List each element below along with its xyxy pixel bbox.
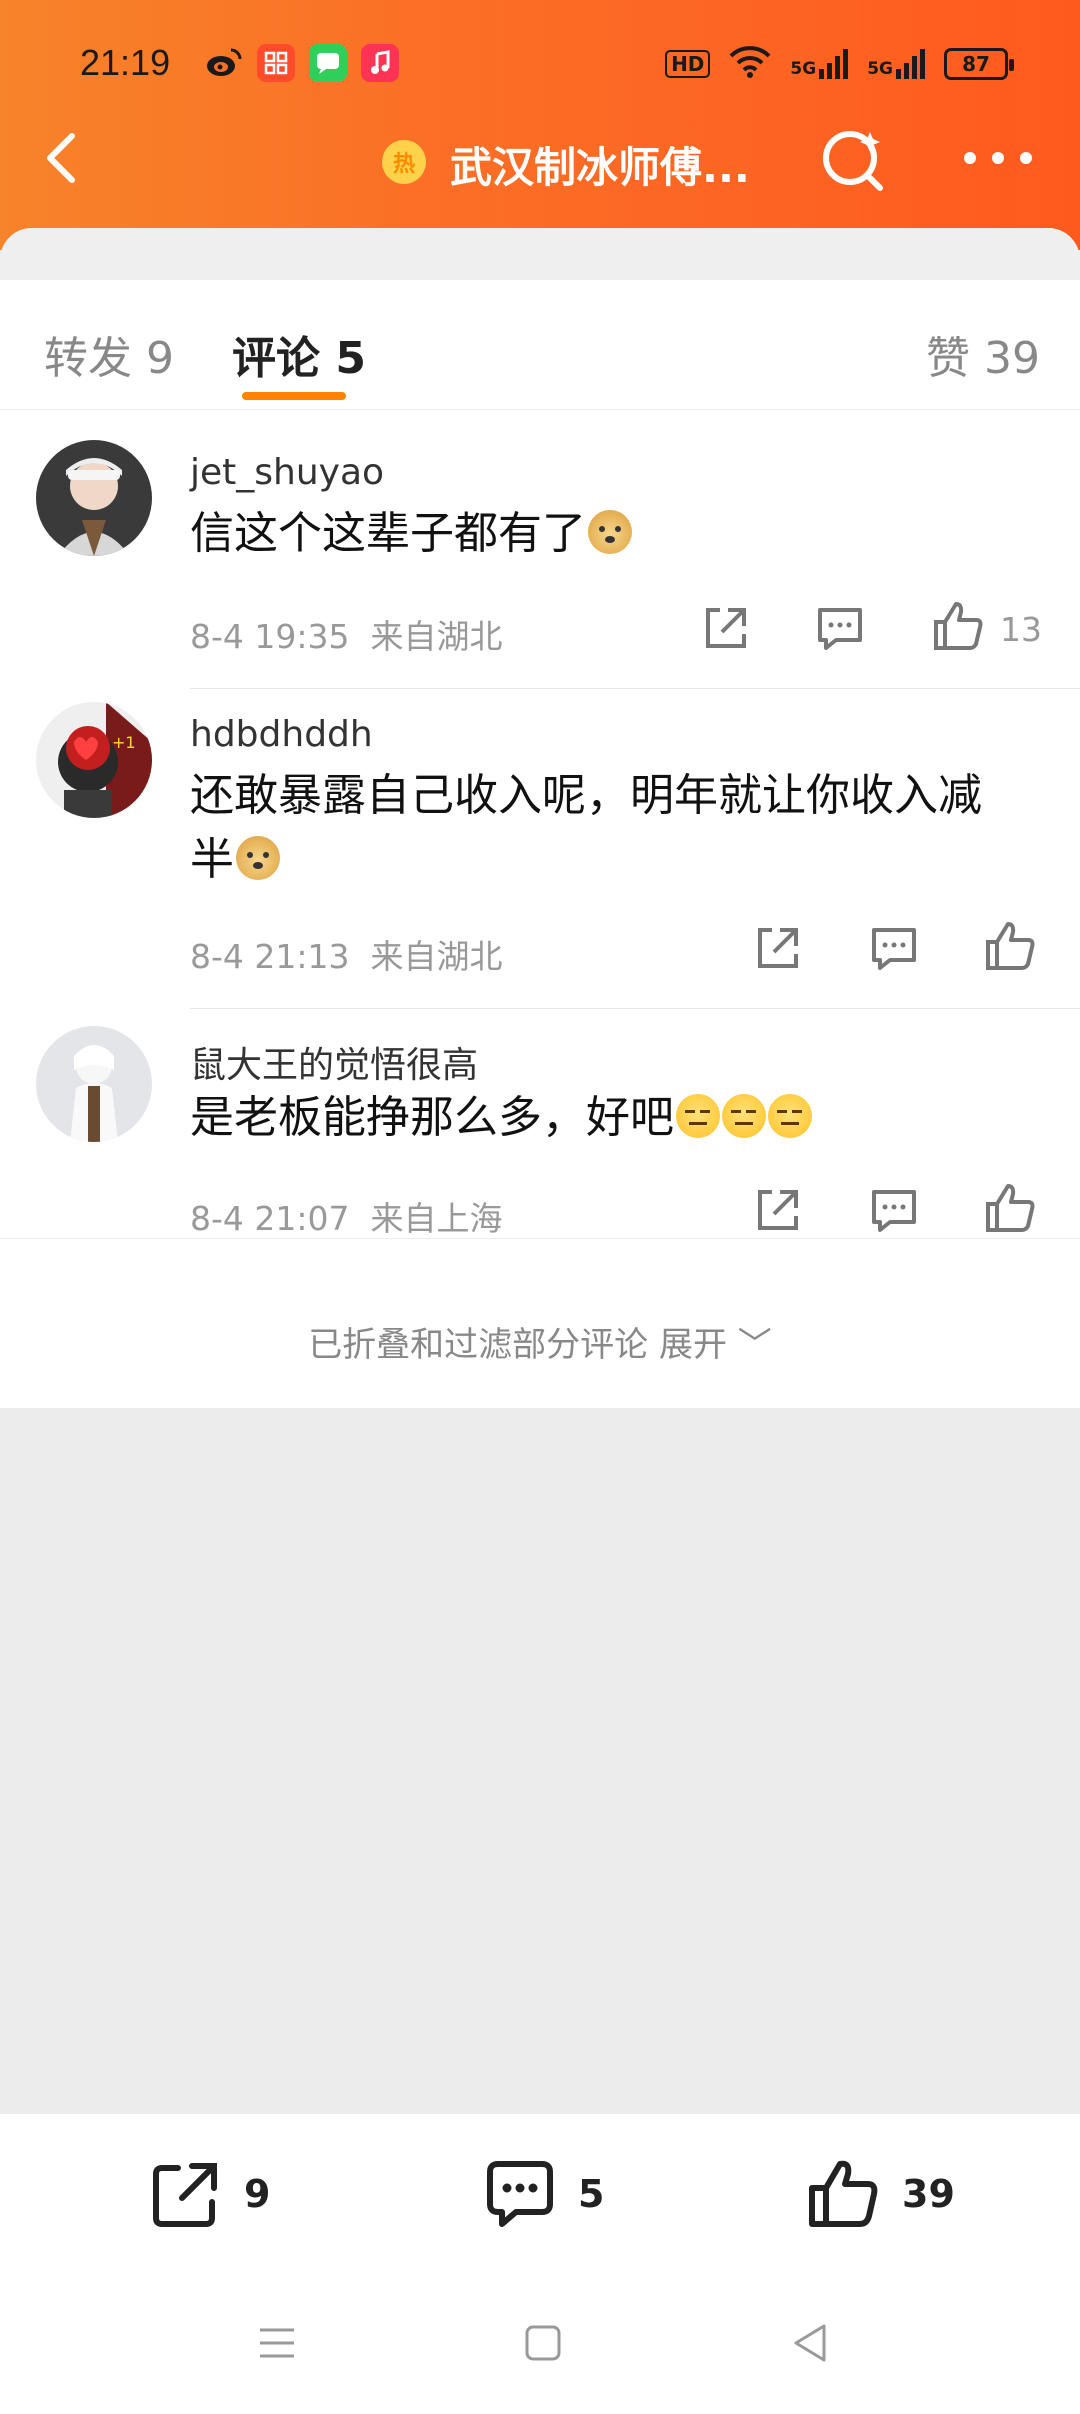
comment-text: 还敢暴露自己收入呢，明年就让你收入减 半: [190, 770, 982, 885]
system-nav-bar: [0, 2274, 1080, 2414]
comment-text: 信这个这辈子都有了: [190, 502, 1040, 566]
more-dots-icon: [964, 152, 1032, 164]
thumbs-up-icon: [809, 2160, 878, 2227]
comment-button[interactable]: 5: [480, 2154, 604, 2234]
like-button[interactable]: 39: [804, 2154, 955, 2234]
bottom-action-bar: 9 5 39: [0, 2114, 1080, 2274]
signal-5g-icon: 5G: [790, 48, 849, 79]
share-button[interactable]: [750, 1182, 810, 1238]
comment-icon: [487, 2161, 553, 2227]
doge-emoji-icon: [588, 510, 632, 554]
share-button[interactable]: [750, 920, 810, 976]
tab-bar: 转发 9 评论 5 赞 39: [0, 280, 1080, 410]
awkward-emoji-icon: [676, 1094, 720, 1138]
sheet-top-strip: [0, 228, 1080, 280]
comment-username[interactable]: jet_shuyao: [190, 452, 384, 493]
awkward-emoji-icon: [768, 1094, 812, 1138]
comments-sheet: 转发 9 评论 5 赞 39 jet_shuyao 信这个这辈子都有了 8-4 …: [0, 228, 1080, 1408]
folded-comments-bar[interactable]: 已折叠和过滤部分评论 展开 ﹀: [0, 1238, 1080, 1408]
like-count: 13: [1000, 610, 1042, 649]
share-icon: [758, 1190, 798, 1230]
reply-button[interactable]: [812, 600, 872, 656]
active-tab-indicator: [242, 392, 346, 400]
tab-forward[interactable]: 转发 9: [44, 322, 174, 386]
music-icon: [361, 44, 399, 82]
thumbs-up-icon: [934, 602, 983, 650]
thumbs-up-icon: [986, 1184, 1035, 1232]
comment-meta: 8-4 21:07 来自上海: [190, 1199, 503, 1238]
page-title[interactable]: 武汉制冰师傅...: [450, 134, 750, 195]
menu-icon: [260, 2328, 294, 2358]
comment-username[interactable]: 鼠大王的觉悟很高: [190, 1036, 478, 1088]
share-icon: [706, 608, 746, 648]
share-icon: [153, 2163, 217, 2227]
home-button[interactable]: [518, 2318, 568, 2368]
signal-5g-icon-2: 5G: [867, 48, 926, 79]
comment-count: 5: [578, 2172, 605, 2216]
nav-bar: 热 武汉制冰师傅...: [0, 110, 1080, 210]
wifi-icon: [728, 44, 772, 83]
hot-topic-icon: 热: [382, 140, 426, 184]
like-button[interactable]: [982, 918, 1042, 974]
header: 21:19 HD 5G 5G 87 热 武汉制冰师傅...: [0, 0, 1080, 250]
chevron-left-icon: [47, 133, 75, 183]
back-triangle-icon: [794, 2324, 826, 2362]
reply-button[interactable]: [866, 1182, 926, 1238]
more-button[interactable]: [960, 138, 1036, 178]
status-bar: 21:19 HD 5G 5G 87: [0, 34, 1080, 94]
divider: [190, 1008, 1080, 1009]
hd-badge: HD: [665, 49, 711, 78]
forward-button[interactable]: 9: [146, 2154, 270, 2234]
comment-meta: 8-4 19:35 来自湖北: [190, 617, 503, 656]
tab-comment[interactable]: 评论 5: [232, 322, 366, 386]
comment-meta: 8-4 21:13 来自湖北: [190, 937, 503, 976]
svg-text:+1: +1: [112, 733, 136, 752]
search-icon: [823, 131, 883, 191]
notification-icons: [205, 44, 399, 82]
back-button[interactable]: [34, 128, 94, 188]
reply-button[interactable]: [866, 920, 926, 976]
menu-button[interactable]: [252, 2318, 302, 2368]
awkward-emoji-icon: [722, 1094, 766, 1138]
avatar[interactable]: +1: [36, 702, 152, 818]
tab-like[interactable]: 赞 39: [926, 322, 1040, 386]
search-button[interactable]: [818, 126, 888, 196]
like-count: 39: [902, 2172, 955, 2216]
comment-text: 是老板能挣那么多，好吧: [190, 1086, 1040, 1150]
doge-emoji-icon: [236, 836, 280, 880]
comment-icon: [818, 608, 862, 650]
battery-icon: 87: [944, 47, 1014, 80]
back-system-button[interactable]: [786, 2318, 836, 2368]
thumbs-up-icon: [986, 922, 1035, 970]
like-button[interactable]: [982, 1180, 1042, 1236]
status-time: 21:19: [80, 42, 171, 83]
status-indicators: HD 5G 5G 87: [665, 44, 1014, 83]
expand-folded-link[interactable]: 已折叠和过滤部分评论 展开 ﹀: [0, 1317, 1080, 1366]
messages-icon: [309, 44, 347, 82]
home-square-icon: [525, 2325, 561, 2361]
forward-count: 9: [244, 2172, 271, 2216]
share-button[interactable]: [698, 600, 758, 656]
comment-icon: [872, 928, 916, 970]
avatar[interactable]: [36, 440, 152, 556]
comment-username[interactable]: hdbdhddh: [190, 714, 373, 755]
avatar[interactable]: [36, 1026, 152, 1142]
divider: [190, 688, 1080, 689]
app-store-icon: [257, 44, 295, 82]
weibo-icon: [205, 44, 243, 82]
like-button[interactable]: [930, 598, 990, 654]
share-icon: [758, 928, 798, 968]
comment-icon: [872, 1190, 916, 1232]
